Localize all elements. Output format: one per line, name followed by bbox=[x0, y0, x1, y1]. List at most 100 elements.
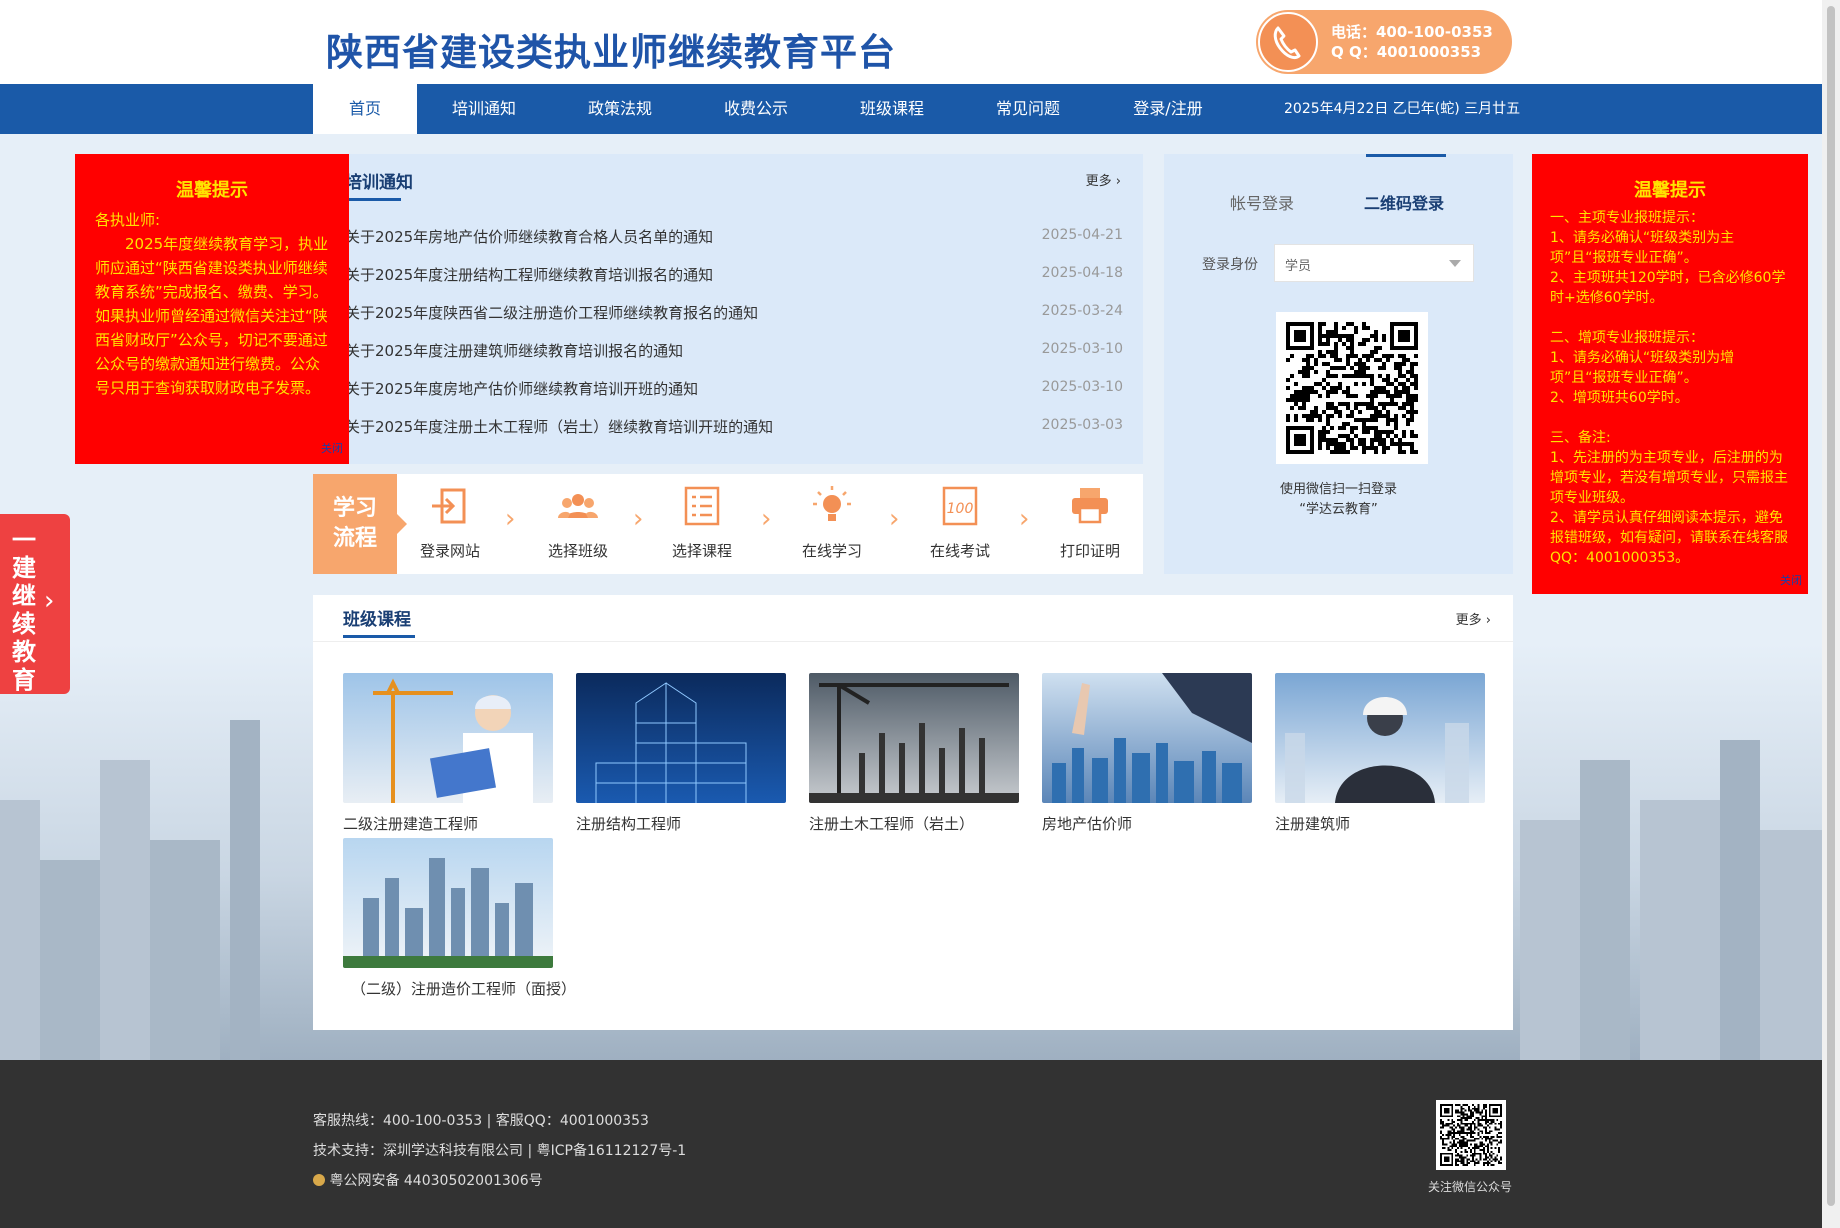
nav-home[interactable]: 首页 bbox=[313, 84, 417, 134]
svg-text:100: 100 bbox=[947, 501, 974, 517]
login-tab-indicator bbox=[1366, 154, 1446, 157]
site-title[interactable]: 陕西省建设类执业师继续教育平台 bbox=[326, 22, 896, 76]
notice-popup-right: 温馨提示 一、主项专业报班提示： 1、请务必确认“班级类别为主项”且“报班专业正… bbox=[1532, 154, 1808, 594]
course-card[interactable]: 注册结构工程师 bbox=[576, 673, 786, 834]
side-tab-label: 一建继续教育 bbox=[12, 526, 36, 694]
course-card[interactable]: 注册土木工程师（岩土） bbox=[809, 673, 1019, 834]
notice-item[interactable]: 关于2025年度注册建筑师继续教育培训报名的通知 2025-03-10 bbox=[345, 340, 1145, 378]
notice-item-title[interactable]: 关于2025年度注册建筑师继续教育培训报名的通知 bbox=[345, 340, 683, 361]
police-badge-icon bbox=[313, 1174, 325, 1186]
course-image bbox=[1042, 673, 1252, 803]
site-header: 陕西省建设类执业师继续教育平台 电话：400-100-0353 Q Q：4001… bbox=[0, 0, 1822, 84]
course-title: 班级课程 bbox=[343, 610, 411, 630]
course-panel: 班级课程 更多 › 二级注册建造工程师 注册结构工程师 注册土木工程师（岩土） … bbox=[313, 595, 1513, 1030]
exam-icon: 100 bbox=[938, 484, 982, 528]
popup-greeting: 各执业师: bbox=[95, 211, 161, 229]
popup-close-link[interactable]: 关闭 bbox=[321, 440, 343, 456]
printer-icon bbox=[1068, 484, 1112, 528]
chevron-right-icon: › bbox=[44, 586, 55, 616]
popup-title: 温馨提示 bbox=[176, 180, 248, 201]
login-icon bbox=[428, 484, 472, 528]
scrollbar[interactable] bbox=[1822, 0, 1840, 1228]
chevron-right-icon: › bbox=[1019, 504, 1030, 534]
notice-item[interactable]: 关于2025年房地产估价师继续教育合格人员名单的通知 2025-04-21 bbox=[345, 226, 1145, 264]
scrollbar-thumb[interactable] bbox=[1827, 6, 1835, 1206]
footer-police[interactable]: 粤公网安备 44030502001306号 bbox=[313, 1170, 543, 1190]
lightbulb-icon bbox=[810, 484, 854, 528]
course-image bbox=[343, 838, 553, 968]
list-icon bbox=[680, 484, 724, 528]
hotline-qq: Q Q：4001000353 bbox=[1331, 43, 1482, 61]
course-card[interactable]: 二级注册建造工程师 bbox=[343, 673, 553, 834]
notice-item[interactable]: 关于2025年度房地产估价师继续教育培训开班的通知 2025-03-10 bbox=[345, 378, 1145, 416]
tab-qr-login[interactable]: 二维码登录 bbox=[1364, 190, 1444, 214]
course-image bbox=[576, 673, 786, 803]
course-name[interactable]: 注册结构工程师 bbox=[576, 813, 786, 834]
notice-item-date: 2025-03-03 bbox=[1041, 417, 1123, 433]
main-nav: 首页 培训通知 政策法规 收费公示 班级课程 常见问题 登录/注册 2025年4… bbox=[0, 84, 1822, 134]
notice-item-title[interactable]: 关于2025年度房地产估价师继续教育培训开班的通知 bbox=[345, 378, 698, 399]
course-card[interactable]: 房地产估价师 bbox=[1042, 673, 1252, 834]
popup-body: 2025年度继续教育学习，执业师应通过“陕西省建设类执业师继续教育系统”完成报名… bbox=[95, 235, 329, 397]
course-card[interactable]: （二级）注册造价工程师（面授） bbox=[343, 838, 576, 999]
chevron-down-icon bbox=[1449, 260, 1461, 267]
course-card[interactable]: 注册建筑师 bbox=[1275, 673, 1485, 834]
flow-step-print-certificate[interactable]: 打印证明 bbox=[1045, 484, 1135, 561]
chevron-right-icon: › bbox=[505, 504, 516, 534]
courses-more-link[interactable]: 更多 › bbox=[1456, 609, 1491, 628]
notice-more-link[interactable]: 更多 › bbox=[1086, 170, 1121, 189]
side-tab-first-class-education[interactable]: 一建继续教育 › bbox=[0, 514, 70, 694]
identity-select[interactable]: 学员 bbox=[1274, 244, 1474, 282]
course-name[interactable]: 房地产估价师 bbox=[1042, 813, 1252, 834]
course-image bbox=[1275, 673, 1485, 803]
popup-close-link[interactable]: 关闭 bbox=[1780, 572, 1802, 588]
notice-item-title[interactable]: 关于2025年度陕西省二级注册造价工程师继续教育报名的通知 bbox=[345, 302, 758, 323]
qr-caption: 使用微信扫一扫登录 “学达云教育” bbox=[1279, 482, 1397, 517]
nav-training-notice[interactable]: 培训通知 bbox=[428, 84, 540, 134]
flow-step-online-exam[interactable]: 100 在线考试 bbox=[915, 484, 1005, 561]
course-title-underline bbox=[343, 635, 415, 638]
notice-item-title[interactable]: 关于2025年度注册结构工程师继续教育培训报名的通知 bbox=[345, 264, 713, 285]
course-name[interactable]: 注册建筑师 bbox=[1275, 813, 1485, 834]
flow-step-online-study[interactable]: 在线学习 bbox=[787, 484, 877, 561]
study-flow: 学习 流程 登录网站 › 选择班级 › 选择课程 › 在线学习 › 100 在线… bbox=[313, 474, 1143, 574]
footer-hotline: 客服热线：400-100-0353 | 客服QQ：4001000353 bbox=[313, 1113, 649, 1129]
hotline-box: 电话：400-100-0353 Q Q：4001000353 bbox=[1256, 10, 1512, 74]
study-flow-label: 学习 流程 bbox=[313, 474, 407, 574]
nav-faq[interactable]: 常见问题 bbox=[972, 84, 1084, 134]
footer-qr-caption: 关注微信公众号 bbox=[1428, 1180, 1513, 1194]
course-image bbox=[343, 673, 553, 803]
nav-date: 2025年4月22日 乙巳年(蛇) 三月廿五 bbox=[1284, 101, 1521, 117]
site-footer: 客服热线：400-100-0353 | 客服QQ：4001000353 技术支持… bbox=[0, 1060, 1822, 1228]
footer-support[interactable]: 技术支持：深圳学达科技有限公司 | 粤ICP备16112127号-1 bbox=[313, 1140, 686, 1160]
notice-item[interactable]: 关于2025年度注册结构工程师继续教育培训报名的通知 2025-04-18 bbox=[345, 264, 1145, 302]
nav-courses[interactable]: 班级课程 bbox=[836, 84, 948, 134]
wechat-qr-code bbox=[1436, 1100, 1506, 1170]
popup-title: 温馨提示 bbox=[1634, 180, 1706, 201]
tab-account-login[interactable]: 帐号登录 bbox=[1230, 190, 1294, 214]
notice-popup-left: 温馨提示 各执业师: 2025年度继续教育学习，执业师应通过“陕西省建设类执业师… bbox=[75, 154, 349, 464]
notice-item[interactable]: 关于2025年度注册土木工程师（岩土）继续教育培训开班的通知 2025-03-0… bbox=[345, 416, 1145, 454]
course-image bbox=[809, 673, 1019, 803]
login-panel: 帐号登录 二维码登录 登录身份 学员 使用微信扫一扫登录 “学达云教育” bbox=[1164, 154, 1513, 574]
nav-policy[interactable]: 政策法规 bbox=[564, 84, 676, 134]
notice-title-underline bbox=[345, 198, 401, 201]
notice-item-date: 2025-04-21 bbox=[1041, 227, 1123, 243]
course-name[interactable]: 二级注册建造工程师 bbox=[343, 813, 553, 834]
course-name[interactable]: 注册土木工程师（岩土） bbox=[809, 813, 1019, 834]
notice-item-date: 2025-04-18 bbox=[1041, 265, 1123, 281]
notice-item-title[interactable]: 关于2025年度注册土木工程师（岩土）继续教育培训开班的通知 bbox=[345, 416, 773, 437]
group-icon bbox=[556, 484, 600, 528]
nav-fees[interactable]: 收费公示 bbox=[700, 84, 812, 134]
nav-login-register[interactable]: 登录/注册 bbox=[1112, 84, 1224, 134]
chevron-right-icon: › bbox=[633, 504, 644, 534]
phone-icon bbox=[1258, 12, 1318, 72]
notice-item[interactable]: 关于2025年度陕西省二级注册造价工程师继续教育报名的通知 2025-03-24 bbox=[345, 302, 1145, 340]
course-name[interactable]: （二级）注册造价工程师（面授） bbox=[343, 978, 576, 999]
flow-step-select-class[interactable]: 选择班级 bbox=[533, 484, 623, 561]
flow-step-select-course[interactable]: 选择课程 bbox=[657, 484, 747, 561]
notice-item-title[interactable]: 关于2025年房地产估价师继续教育合格人员名单的通知 bbox=[345, 226, 713, 247]
flow-step-login[interactable]: 登录网站 bbox=[405, 484, 495, 561]
hotline-phone: 电话：400-100-0353 bbox=[1331, 23, 1493, 41]
notice-panel: 培训通知 更多 › 关于2025年房地产估价师继续教育合格人员名单的通知 202… bbox=[313, 154, 1143, 464]
